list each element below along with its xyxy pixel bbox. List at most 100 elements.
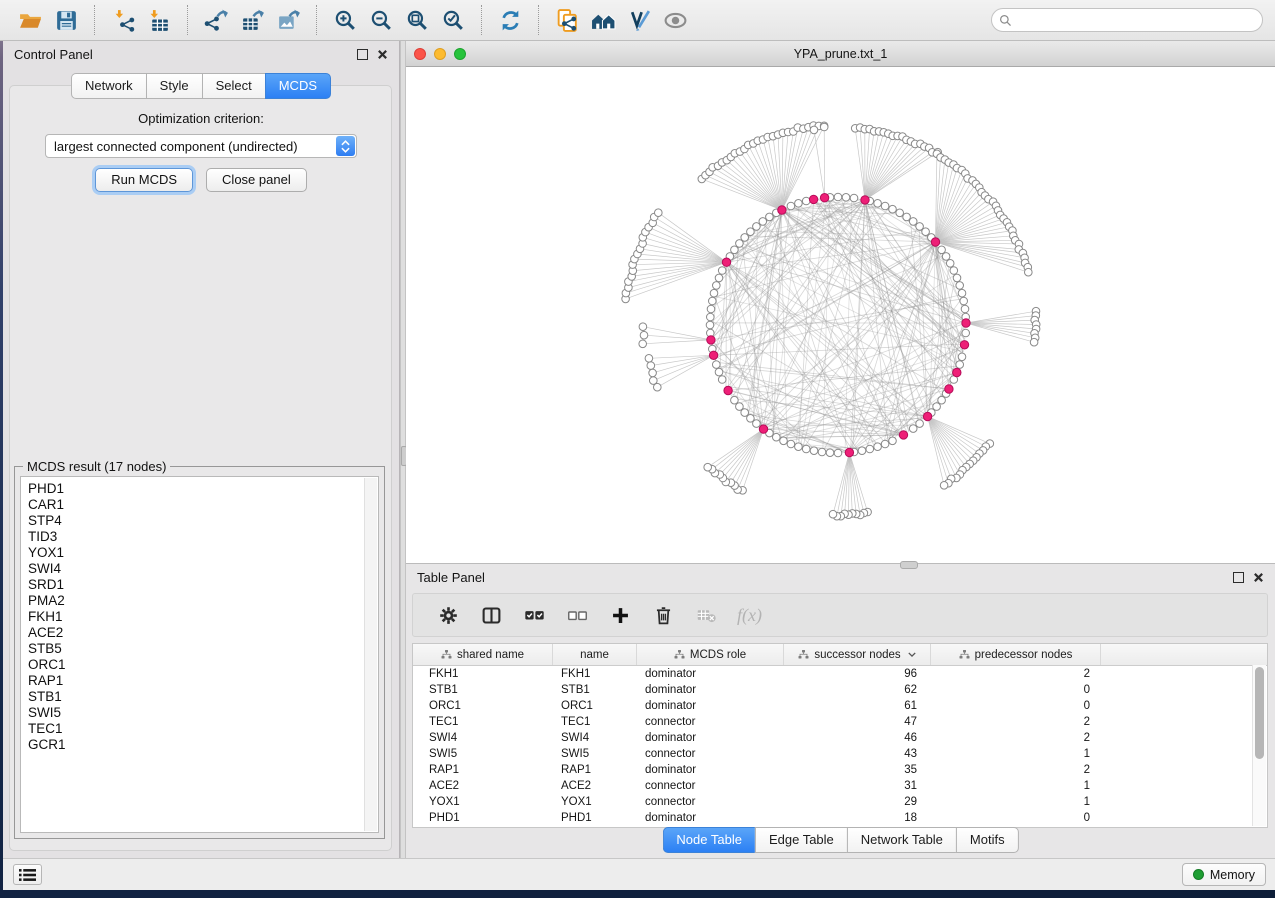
window-minimize-icon[interactable] bbox=[434, 48, 446, 60]
cell-shared-name[interactable]: TEC1 bbox=[413, 716, 553, 728]
sort-caret-icon[interactable] bbox=[908, 652, 916, 657]
window-close-icon[interactable] bbox=[414, 48, 426, 60]
cell-shared-name[interactable]: ACE2 bbox=[413, 780, 553, 792]
cell-successor-nodes[interactable]: 18 bbox=[784, 812, 931, 824]
select-all-columns-button[interactable] bbox=[513, 597, 556, 633]
cell-MCDS-role[interactable]: dominator bbox=[637, 700, 784, 712]
cell-MCDS-role[interactable]: dominator bbox=[637, 684, 784, 696]
cell-name[interactable]: FKH1 bbox=[553, 668, 637, 680]
mcds-result-item[interactable]: RAP1 bbox=[28, 673, 378, 689]
cell-shared-name[interactable]: PHD1 bbox=[413, 812, 553, 824]
close-panel-button[interactable]: Close panel bbox=[206, 168, 307, 192]
mcds-result-item[interactable]: STB1 bbox=[28, 689, 378, 705]
cell-name[interactable]: TEC1 bbox=[553, 716, 637, 728]
cell-MCDS-role[interactable]: connector bbox=[637, 780, 784, 792]
table-tab-network-table[interactable]: Network Table bbox=[847, 827, 956, 853]
close-panel-icon[interactable] bbox=[377, 49, 388, 60]
cell-MCDS-role[interactable]: connector bbox=[637, 748, 784, 760]
zoom-selected-button[interactable] bbox=[435, 4, 471, 36]
cell-MCDS-role[interactable]: dominator bbox=[637, 764, 784, 776]
cell-predecessor-nodes[interactable]: 0 bbox=[931, 700, 1101, 712]
table-row[interactable]: ACE2ACE2connector311 bbox=[413, 778, 1267, 794]
memory-button[interactable]: Memory bbox=[1182, 863, 1266, 886]
mcds-result-item[interactable]: CAR1 bbox=[28, 497, 378, 513]
zoom-out-button[interactable] bbox=[363, 4, 399, 36]
tab-style[interactable]: Style bbox=[146, 73, 202, 99]
table-tab-motifs[interactable]: Motifs bbox=[956, 827, 1019, 853]
mcds-result-item[interactable]: STB5 bbox=[28, 641, 378, 657]
export-image-button[interactable] bbox=[270, 4, 306, 36]
export-network-button[interactable] bbox=[198, 4, 234, 36]
mcds-result-item[interactable]: ACE2 bbox=[28, 625, 378, 641]
save-session-button[interactable] bbox=[48, 4, 84, 36]
optimization-criterion-select[interactable]: largest connected component (undirected) bbox=[45, 134, 357, 158]
cell-successor-nodes[interactable]: 96 bbox=[784, 668, 931, 680]
mcds-result-item[interactable]: SWI5 bbox=[28, 705, 378, 721]
column-header-successor-nodes[interactable]: successor nodes bbox=[784, 644, 931, 665]
cell-MCDS-role[interactable]: dominator bbox=[637, 812, 784, 824]
cell-shared-name[interactable]: RAP1 bbox=[413, 764, 553, 776]
cell-predecessor-nodes[interactable]: 1 bbox=[931, 748, 1101, 760]
tab-mcds[interactable]: MCDS bbox=[265, 73, 331, 99]
cell-MCDS-role[interactable]: dominator bbox=[637, 732, 784, 744]
zoom-fit-button[interactable] bbox=[399, 4, 435, 36]
cell-predecessor-nodes[interactable]: 0 bbox=[931, 684, 1101, 696]
table-row[interactable]: STB1STB1dominator620 bbox=[413, 682, 1267, 698]
cell-name[interactable]: ORC1 bbox=[553, 700, 637, 712]
mcds-result-item[interactable]: SWI4 bbox=[28, 561, 378, 577]
column-header-shared-name[interactable]: shared name bbox=[413, 644, 553, 665]
cell-name[interactable]: SWI5 bbox=[553, 748, 637, 760]
mcds-result-item[interactable]: YOX1 bbox=[28, 545, 378, 561]
refresh-button[interactable] bbox=[492, 4, 528, 36]
mcds-result-item[interactable]: SRD1 bbox=[28, 577, 378, 593]
mcds-result-item[interactable]: STP4 bbox=[28, 513, 378, 529]
delete-column-button[interactable] bbox=[642, 597, 685, 633]
export-table-button[interactable] bbox=[234, 4, 270, 36]
mcds-result-item[interactable]: TEC1 bbox=[28, 721, 378, 737]
table-tab-node-table[interactable]: Node Table bbox=[662, 827, 755, 853]
column-header-MCDS-role[interactable]: MCDS role bbox=[637, 644, 784, 665]
table-tab-edge-table[interactable]: Edge Table bbox=[755, 827, 847, 853]
split-columns-button[interactable] bbox=[470, 597, 513, 633]
cell-MCDS-role[interactable]: connector bbox=[637, 796, 784, 808]
network-overview-button[interactable] bbox=[585, 4, 621, 36]
table-scrollbar[interactable] bbox=[1252, 665, 1266, 826]
cell-successor-nodes[interactable]: 47 bbox=[784, 716, 931, 728]
open-file-button[interactable] bbox=[12, 4, 48, 36]
cell-successor-nodes[interactable]: 35 bbox=[784, 764, 931, 776]
create-column-button[interactable] bbox=[599, 597, 642, 633]
table-row[interactable]: TEC1TEC1connector472 bbox=[413, 714, 1267, 730]
cell-predecessor-nodes[interactable]: 0 bbox=[931, 812, 1101, 824]
network-canvas[interactable] bbox=[406, 66, 1275, 563]
result-scrollbar[interactable] bbox=[364, 478, 377, 831]
run-mcds-button[interactable]: Run MCDS bbox=[95, 168, 193, 192]
tab-select[interactable]: Select bbox=[202, 73, 265, 99]
search-input[interactable] bbox=[1017, 12, 1255, 28]
cell-shared-name[interactable]: STB1 bbox=[413, 684, 553, 696]
cell-predecessor-nodes[interactable]: 2 bbox=[931, 668, 1101, 680]
search-box[interactable] bbox=[991, 8, 1263, 32]
table-row[interactable]: SWI4SWI4dominator462 bbox=[413, 730, 1267, 746]
cell-shared-name[interactable]: YOX1 bbox=[413, 796, 553, 808]
cell-successor-nodes[interactable]: 29 bbox=[784, 796, 931, 808]
cell-predecessor-nodes[interactable]: 2 bbox=[931, 716, 1101, 728]
mcds-result-item[interactable]: GCR1 bbox=[28, 737, 378, 753]
window-zoom-icon[interactable] bbox=[454, 48, 466, 60]
import-network-button[interactable] bbox=[105, 4, 141, 36]
import-table-button[interactable] bbox=[141, 4, 177, 36]
float-panel-icon[interactable] bbox=[357, 49, 368, 60]
cell-name[interactable]: YOX1 bbox=[553, 796, 637, 808]
cell-name[interactable]: ACE2 bbox=[553, 780, 637, 792]
settings-gear-button[interactable] bbox=[427, 597, 470, 633]
mcds-result-list[interactable]: PHD1CAR1STP4TID3YOX1SWI4SRD1PMA2FKH1ACE2… bbox=[20, 476, 379, 833]
cell-predecessor-nodes[interactable]: 1 bbox=[931, 780, 1101, 792]
cell-name[interactable]: PHD1 bbox=[553, 812, 637, 824]
show-details-eye-button[interactable] bbox=[657, 4, 693, 36]
close-table-panel-icon[interactable] bbox=[1253, 572, 1264, 583]
deselect-all-columns-button[interactable] bbox=[556, 597, 599, 633]
cell-shared-name[interactable]: ORC1 bbox=[413, 700, 553, 712]
table-row[interactable]: SWI5SWI5connector431 bbox=[413, 746, 1267, 762]
style-pen-button[interactable] bbox=[621, 4, 657, 36]
table-row[interactable]: PHD1PHD1dominator180 bbox=[413, 810, 1267, 826]
cell-name[interactable]: STB1 bbox=[553, 684, 637, 696]
